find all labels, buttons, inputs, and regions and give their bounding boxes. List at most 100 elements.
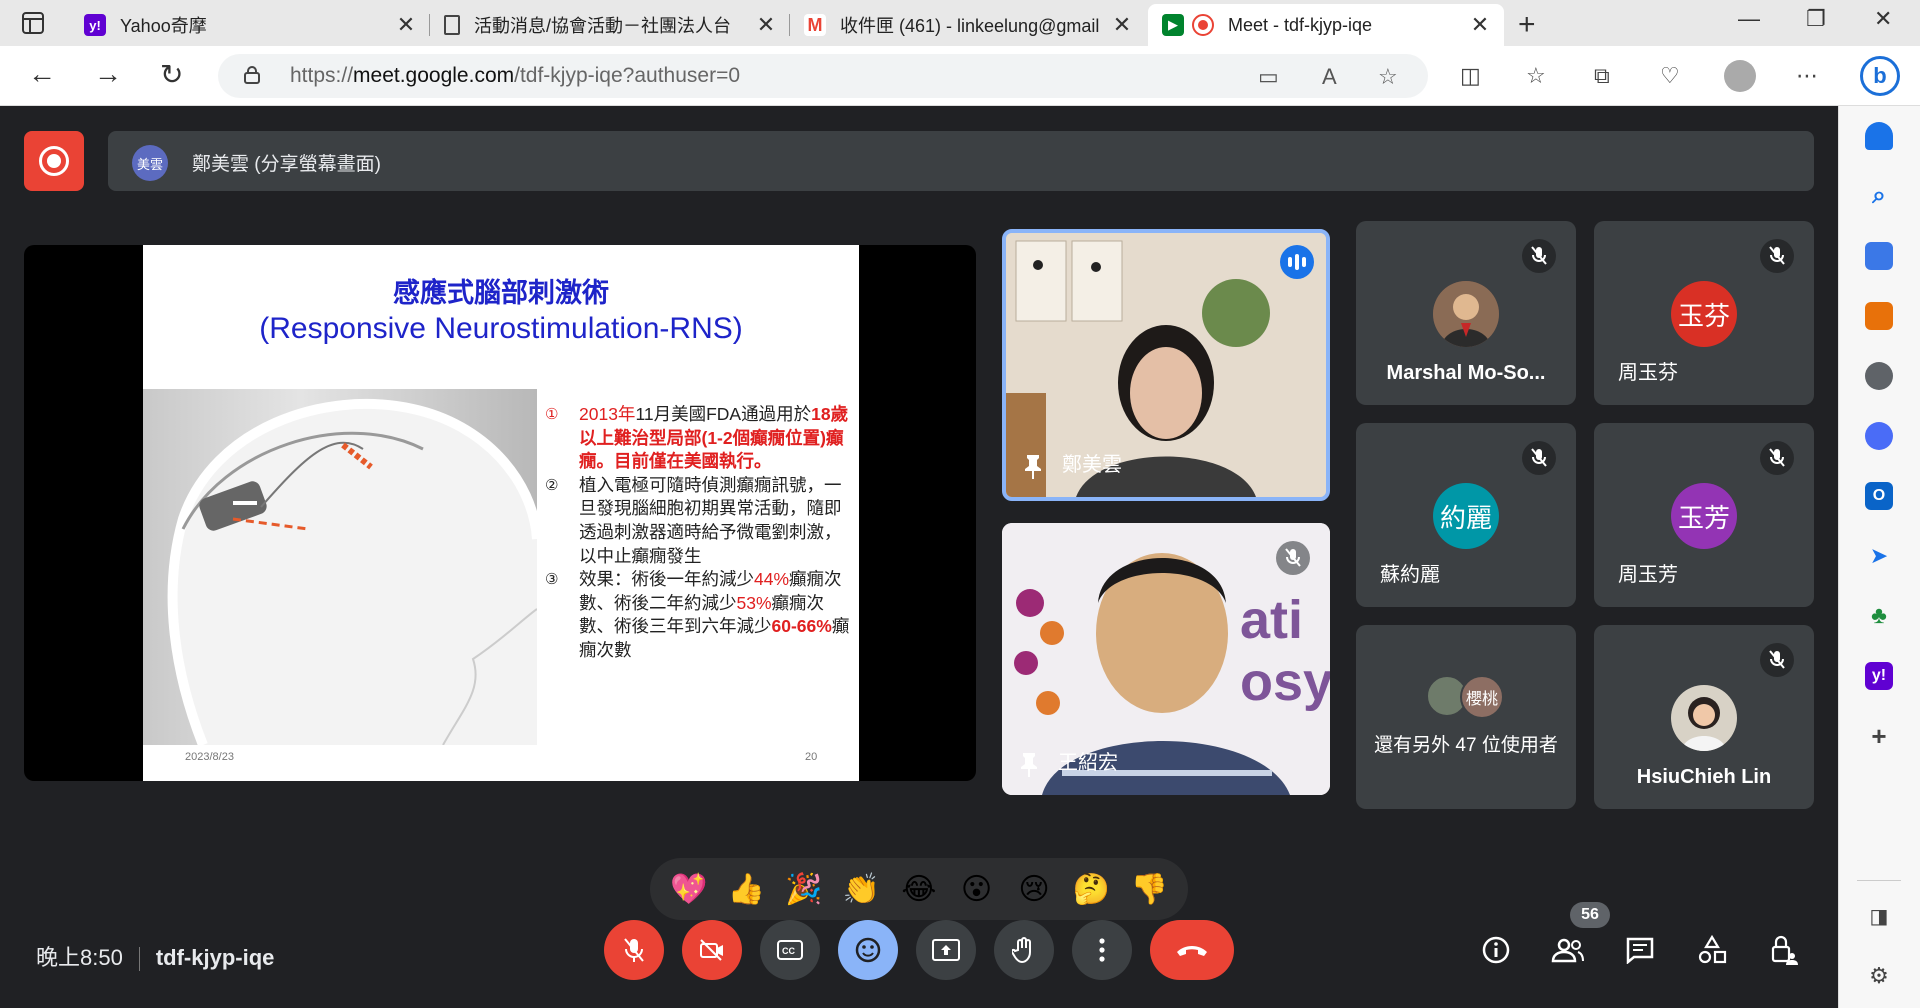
presenting-banner: 美雲 鄭美雲 (分享螢幕畫面) <box>108 131 1814 191</box>
settings-icon[interactable]: ⚙ <box>1865 962 1893 990</box>
pin-icon[interactable] <box>1022 453 1044 479</box>
address-toolbar: ← → ↻ https://meet.google.com/tdf-kjyp-i… <box>0 46 1920 106</box>
browser-essentials-icon[interactable]: ♡ <box>1660 63 1680 89</box>
camera-icon[interactable]: ▭ <box>1258 64 1279 90</box>
tree-icon[interactable]: ♣ <box>1865 602 1893 630</box>
participant-tile-hsiuchieh[interactable]: HsiuChieh Lin <box>1594 625 1814 809</box>
plus-icon[interactable]: + <box>1518 8 1536 42</box>
restore-icon[interactable]: ❐ <box>1806 6 1826 32</box>
participant-tile-yufang[interactable]: 玉芳 周玉芳 <box>1594 423 1814 607</box>
collections-icon[interactable]: ⧉ <box>1594 63 1610 89</box>
host-controls-button[interactable] <box>1766 932 1802 968</box>
back-icon[interactable]: ← <box>28 58 56 90</box>
outlook-icon[interactable]: O <box>1865 482 1893 510</box>
participant-name: 蘇約麗 <box>1380 564 1440 586</box>
participant-name: HsiuChieh Lin <box>1636 766 1772 788</box>
participant-avatar: 約麗 <box>1433 483 1499 549</box>
favorites-icon[interactable]: ☆ <box>1526 63 1546 89</box>
participant-avatar: 櫻桃 <box>1460 675 1504 719</box>
participant-tile-speaker2[interactable]: ati osy 王紹宏 <box>1002 523 1330 795</box>
meet-icon: ▶ <box>1162 14 1184 36</box>
activities-button[interactable] <box>1694 932 1730 968</box>
close-icon[interactable]: ✕ <box>1470 12 1490 38</box>
chat-button[interactable] <box>1622 932 1658 968</box>
surprised-reaction[interactable]: 😮 <box>955 872 999 907</box>
presenter-avatar: 美雲 <box>132 145 168 181</box>
screen-share[interactable]: 感應式腦部刺激術 (Responsive Neurostimulation-RN… <box>24 245 976 781</box>
camera-toggle-button[interactable] <box>682 920 742 980</box>
recording-button[interactable] <box>24 131 84 191</box>
shopping-tag-icon[interactable] <box>1865 242 1893 270</box>
camera-off-icon <box>700 939 723 961</box>
gmail-icon: M <box>804 14 826 36</box>
participant-photo <box>1433 281 1499 347</box>
close-icon[interactable]: ✕ <box>396 12 416 38</box>
sidebar-divider <box>1857 880 1901 881</box>
close-icon[interactable]: ✕ <box>756 12 776 38</box>
mic-toggle-button[interactable] <box>604 920 664 980</box>
microsoft365-icon[interactable] <box>1865 422 1893 450</box>
slide-item: ① 2013年11月美國FDA通過用於18歲以上難治型局部(1-2個癲癇位置)癲… <box>545 404 849 472</box>
info-icon <box>1482 936 1510 964</box>
profile-avatar[interactable] <box>1724 60 1756 92</box>
participant-tile-marshal[interactable]: Marshal Mo-So... <box>1356 221 1576 405</box>
address-bar[interactable]: https://meet.google.com/tdf-kjyp-iqe?aut… <box>218 54 1428 98</box>
tab-actions-icon[interactable] <box>22 12 44 34</box>
speaking-indicator-icon <box>1280 245 1314 279</box>
present-screen-button[interactable] <box>916 920 976 980</box>
captions-button[interactable]: CC <box>760 920 820 980</box>
tab-activity[interactable]: 活動消息/協會活動－社團法人台 ✕ <box>430 4 790 46</box>
crying-reaction[interactable]: 😢 <box>1012 872 1056 907</box>
forward-icon[interactable]: → <box>94 58 122 90</box>
leave-call-button[interactable] <box>1150 920 1234 980</box>
add-icon[interactable]: + <box>1865 721 1893 751</box>
close-icon[interactable]: ✕ <box>1112 12 1132 38</box>
send-icon[interactable]: ➤ <box>1865 542 1893 570</box>
tools-briefcase-icon[interactable] <box>1865 302 1893 330</box>
people-button[interactable] <box>1550 932 1586 968</box>
tab-yahoo[interactable]: y! Yahoo奇摩 ✕ <box>70 4 430 46</box>
tab-meet[interactable]: ▶ Meet - tdf-kjyp-iqe ✕ <box>1148 4 1504 46</box>
tab-gmail[interactable]: M 收件匣 (461) - linkeelung@gmail ✕ <box>790 4 1146 46</box>
favorite-star-icon[interactable]: ☆ <box>1378 64 1398 90</box>
refresh-icon[interactable]: ↻ <box>160 58 183 91</box>
search-icon[interactable]: ⌕ <box>1865 182 1893 210</box>
sparkling-heart-reaction[interactable]: 💖 <box>667 872 711 907</box>
url-text[interactable]: https://meet.google.com/tdf-kjyp-iqe?aut… <box>290 64 740 88</box>
participant-tile-yufen[interactable]: 玉芬 周玉芬 <box>1594 221 1814 405</box>
clapping-reaction[interactable]: 👏 <box>839 872 883 907</box>
edge-sidebar: ⌕ O ➤ ♣ y! + ◨ ⚙ <box>1838 106 1920 1008</box>
pin-icon[interactable] <box>1018 751 1040 777</box>
participant-tile-speaker1[interactable]: 鄭美雲 <box>1002 229 1330 501</box>
meeting-details-button[interactable] <box>1478 932 1514 968</box>
more-options-button[interactable] <box>1072 920 1132 980</box>
participant-tile-yuehli[interactable]: 約麗 蘇約麗 <box>1356 423 1576 607</box>
participant-tile-others[interactable]: 櫻桃 還有另外 47 位使用者 <box>1356 625 1576 809</box>
raise-hand-button[interactable] <box>994 920 1054 980</box>
thumbs-up-reaction[interactable]: 👍 <box>724 872 768 907</box>
games-icon[interactable] <box>1865 362 1893 390</box>
laughing-reaction[interactable]: 😂 <box>897 872 941 907</box>
thinking-reaction[interactable]: 🤔 <box>1070 872 1114 907</box>
read-aloud-icon[interactable]: A <box>1322 64 1337 90</box>
mic-off-icon <box>1276 541 1310 575</box>
brain-implant-illustration <box>143 389 537 745</box>
others-count: 還有另外 47 位使用者 <box>1374 735 1558 756</box>
presenter-label: 鄭美雲 (分享螢幕畫面) <box>192 154 381 175</box>
yahoo-sidebar-icon[interactable]: y! <box>1865 662 1893 690</box>
notification-bell-icon[interactable] <box>1865 122 1893 150</box>
split-screen-icon[interactable]: ◫ <box>1460 63 1481 89</box>
party-popper-reaction[interactable]: 🎉 <box>782 872 826 907</box>
reactions-button[interactable] <box>838 920 898 980</box>
recording-icon <box>1192 14 1214 36</box>
hide-sidebar-icon[interactable]: ◨ <box>1865 902 1893 930</box>
window-close-icon[interactable]: ✕ <box>1874 6 1892 32</box>
current-time: 晚上8:50 <box>36 945 123 970</box>
participant-name: 周玉芬 <box>1618 362 1678 384</box>
bing-copilot-icon[interactable]: b <box>1860 56 1900 96</box>
hang-up-icon <box>1177 946 1207 956</box>
more-icon[interactable]: ⋯ <box>1796 63 1818 89</box>
thumbs-down-reaction[interactable]: 👎 <box>1127 872 1171 907</box>
minimize-icon[interactable]: — <box>1738 6 1760 32</box>
lock-icon[interactable] <box>244 66 260 84</box>
